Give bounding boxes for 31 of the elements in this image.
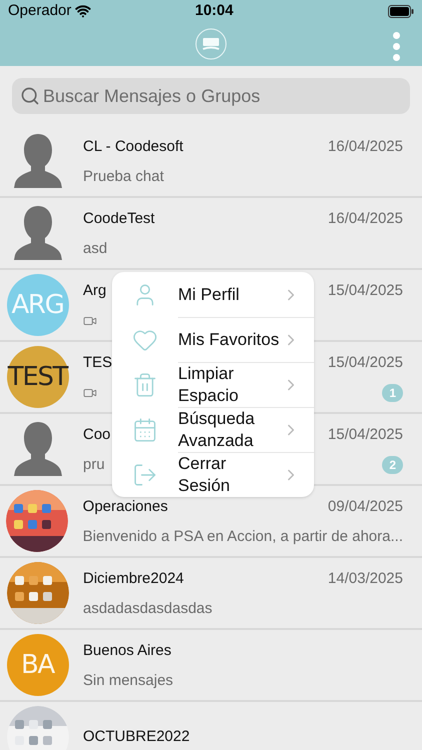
chat-date: 16/04/2025 [328,208,403,229]
chat-message: Sin mensajes [83,671,174,691]
menu-label: Limpiar Espacio [178,363,240,407]
unread-count: 1 [382,384,403,402]
chat-name: Buenos Aires [83,640,172,661]
chat-date: 15/04/2025 [328,280,403,301]
chat-name: TES [83,352,112,373]
chat-date: 15/04/2025 [328,424,403,445]
avatar-initials: BA [6,634,68,696]
chat-date: 15/04/2025 [328,352,403,373]
chat-message: Bienvenido a PSA en Accion, a partir de ahora... [82,527,403,547]
chat-message: asd [83,239,108,259]
avatar-initials: TEST [6,346,68,408]
chat-message: asdadasdasdasdas [83,599,212,619]
chat-name: Coo [83,424,111,445]
chat-date: 16/04/2025 [328,136,403,157]
chat-name: Operaciones [82,496,168,517]
clock-label: 10:04 [195,0,234,21]
chat-message: Prueba chat [83,167,164,187]
chat-date: 14/03/2025 [328,568,403,589]
chat-message: pru [83,455,105,475]
carrier-label: Operador [8,0,72,21]
unread-count: 2 [382,456,403,474]
chat-name: CoodeTest [83,208,155,229]
avatar-initials: ARG [6,274,68,336]
chat-name: OCTUBRE2022 [83,726,190,747]
chat-name: CL - Coodesoft [83,136,184,157]
chat-name: Arg [83,280,106,301]
menu-label: Mi Perfil [178,284,240,306]
chat-name: Diciembre2024 [83,568,184,589]
chat-date: 09/04/2025 [328,496,403,517]
